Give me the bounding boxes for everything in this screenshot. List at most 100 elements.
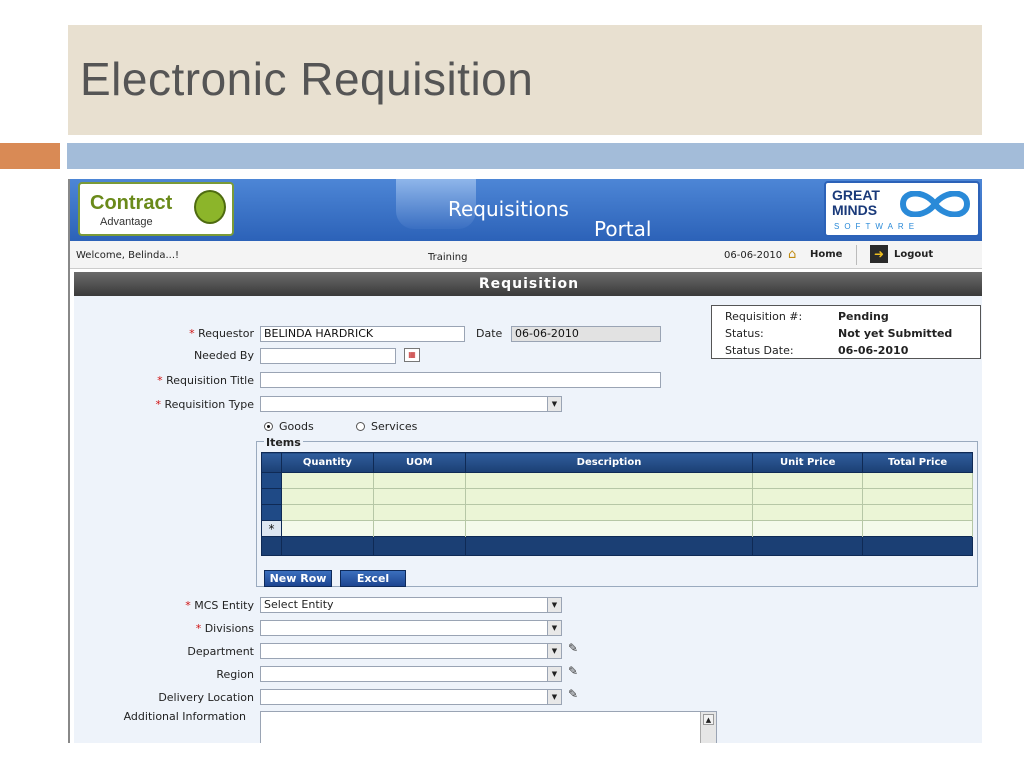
table-row[interactable]	[261, 488, 973, 505]
needed-by-label: Needed By	[193, 349, 254, 362]
divisions-label: * Divisions	[195, 622, 254, 635]
grid-cell[interactable]	[464, 520, 754, 537]
grid-cell[interactable]	[280, 520, 374, 537]
table-row[interactable]	[261, 504, 973, 521]
logout-link[interactable]: Logout	[894, 249, 933, 260]
accent-bar-orange	[0, 143, 60, 169]
department-select[interactable]: ▼	[260, 643, 562, 659]
status-value: Not yet Submitted	[838, 327, 953, 340]
delivery-location-select[interactable]: ▼	[260, 689, 562, 705]
grid-cell[interactable]	[862, 520, 973, 537]
column-description[interactable]: Description	[464, 452, 754, 473]
table-row[interactable]	[261, 472, 973, 489]
needed-by-input[interactable]	[260, 348, 396, 364]
grid-cell[interactable]	[752, 472, 864, 489]
date-label: Date	[476, 327, 503, 340]
requestor-input[interactable]: BELINDA HARDRICK	[260, 326, 465, 342]
items-grid-footer	[261, 536, 973, 556]
requisition-app-screenshot: Contract Advantage Requisitions Portal G…	[68, 179, 982, 743]
infinity-logo-icon	[899, 191, 971, 217]
edit-delivery-location-icon[interactable]: ✎	[568, 687, 582, 701]
date-input: 06-06-2010	[511, 326, 661, 342]
status-date-value: 06-06-2010	[838, 344, 909, 357]
region-select[interactable]: ▼	[260, 666, 562, 682]
new-row-marker: *	[261, 520, 282, 537]
app-banner: Contract Advantage Requisitions Portal G…	[70, 179, 982, 241]
edit-region-icon[interactable]: ✎	[568, 664, 582, 678]
row-header[interactable]	[261, 488, 282, 505]
calendar-icon[interactable]: ▦	[404, 348, 420, 362]
requestor-label: * Requestor	[189, 327, 254, 340]
textarea-scrollbar[interactable]: ▲	[700, 712, 716, 743]
grid-cell[interactable]	[372, 472, 466, 489]
delivery-location-label: Delivery Location	[158, 691, 254, 704]
requisition-type-select[interactable]: ▼	[260, 396, 562, 412]
row-header[interactable]	[261, 472, 282, 489]
chevron-down-icon: ▼	[547, 667, 561, 681]
grid-cell[interactable]	[372, 488, 466, 505]
great-minds-logo-software: SOFTWARE	[834, 222, 920, 231]
status-panel: Requisition #: Pending Status: Not yet S…	[711, 305, 981, 359]
row-header[interactable]	[261, 504, 282, 521]
column-uom[interactable]: UOM	[372, 452, 466, 473]
grid-cell[interactable]	[280, 504, 374, 521]
chevron-down-icon: ▼	[547, 621, 561, 635]
grid-cell[interactable]	[372, 520, 466, 537]
contract-advantage-logo: Contract Advantage	[78, 182, 234, 236]
slide-title: Electronic Requisition	[80, 53, 534, 105]
grid-cell[interactable]	[862, 504, 973, 521]
grid-cell[interactable]	[280, 472, 374, 489]
excel-button[interactable]: Excel	[340, 570, 406, 587]
requisition-form: * Requestor BELINDA HARDRICK Date 06-06-…	[74, 296, 982, 743]
radio-goods[interactable]: Goods	[264, 420, 314, 433]
items-grid-header: Quantity UOM Description Unit Price Tota…	[261, 452, 973, 473]
mcs-entity-label: * MCS Entity	[185, 599, 254, 612]
additional-information-label: Additional Information	[123, 710, 246, 723]
grid-cell[interactable]	[464, 488, 754, 505]
column-unit-price[interactable]: Unit Price	[752, 452, 864, 473]
status-date-label: Status Date:	[725, 344, 794, 357]
mcs-entity-select[interactable]: Select Entity ▼	[260, 597, 562, 613]
grid-cell[interactable]	[280, 488, 374, 505]
radio-services[interactable]: Services	[356, 420, 417, 433]
scroll-up-icon[interactable]: ▲	[703, 714, 714, 725]
contract-advantage-logo-main: Contract	[90, 192, 173, 214]
contract-advantage-logo-sub: Advantage	[100, 216, 153, 228]
status-label: Status:	[725, 327, 764, 340]
environment-label: Training	[428, 252, 468, 263]
additional-information-textarea[interactable]: ▲	[260, 711, 717, 743]
items-legend: Items	[264, 436, 303, 449]
home-link[interactable]: Home	[810, 249, 842, 260]
current-date: 06-06-2010	[724, 250, 783, 261]
pen-logo-icon	[194, 190, 226, 224]
new-row-button[interactable]: New Row	[264, 570, 332, 587]
requisition-type-label: * Requisition Type	[155, 398, 254, 411]
column-quantity[interactable]: Quantity	[280, 452, 374, 473]
requisition-title-input[interactable]	[260, 372, 661, 388]
chevron-down-icon: ▼	[547, 598, 561, 612]
divisions-select[interactable]: ▼	[260, 620, 562, 636]
grid-cell[interactable]	[862, 488, 973, 505]
grid-cell[interactable]	[752, 504, 864, 521]
portal-title-requisitions: Requisitions	[448, 197, 569, 221]
grid-cell[interactable]	[752, 520, 864, 537]
edit-department-icon[interactable]: ✎	[568, 641, 582, 655]
great-minds-logo-text: GREAT MINDS	[832, 187, 880, 218]
column-total-price[interactable]: Total Price	[862, 452, 973, 473]
chevron-down-icon: ▼	[547, 690, 561, 704]
new-row[interactable]: *	[261, 520, 973, 537]
radio-selected-icon	[264, 422, 273, 431]
logout-icon[interactable]: ➜	[870, 245, 888, 263]
requisition-number-value: Pending	[838, 310, 889, 323]
department-label: Department	[187, 645, 254, 658]
requisition-title-label: * Requisition Title	[157, 374, 254, 387]
accent-bar-blue	[67, 143, 1024, 169]
grid-cell[interactable]	[464, 504, 754, 521]
portal-title-portal: Portal	[594, 217, 652, 241]
grid-cell[interactable]	[862, 472, 973, 489]
home-icon[interactable]: ⌂	[788, 247, 806, 263]
grid-cell[interactable]	[372, 504, 466, 521]
chevron-down-icon: ▼	[547, 397, 561, 411]
grid-cell[interactable]	[464, 472, 754, 489]
grid-cell[interactable]	[752, 488, 864, 505]
